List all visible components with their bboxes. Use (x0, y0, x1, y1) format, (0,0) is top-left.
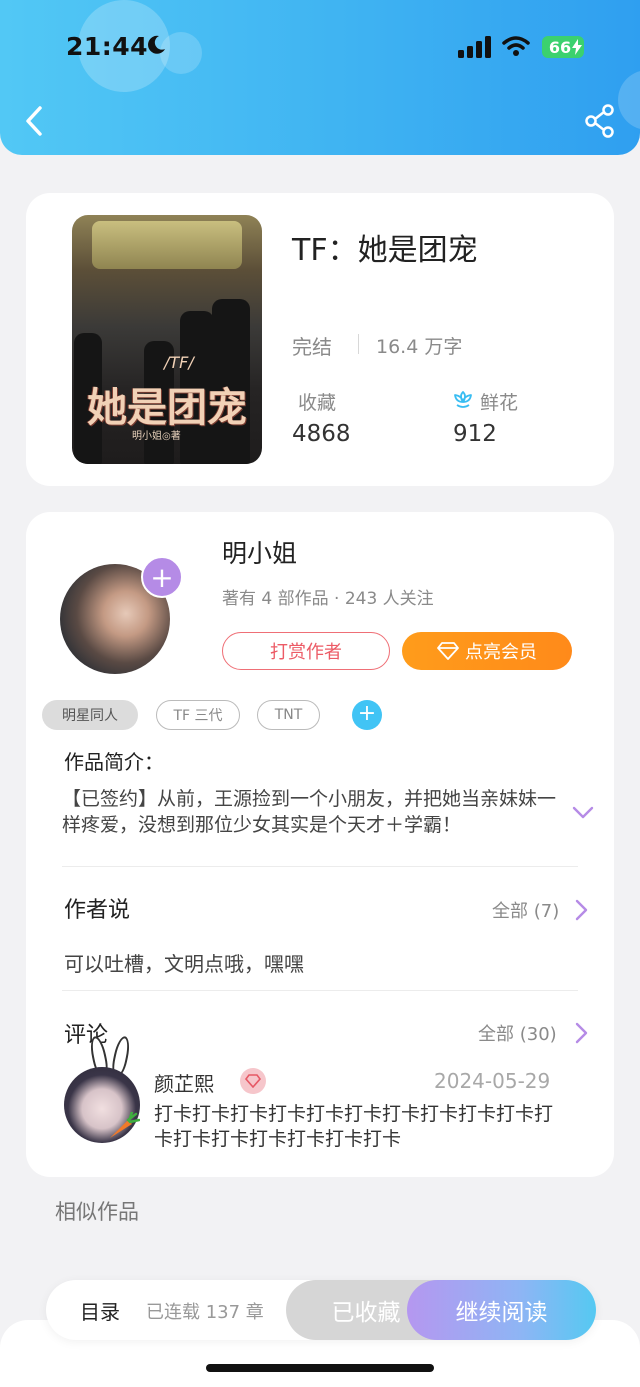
battery-indicator: 66 (542, 36, 584, 58)
similar-works-title: 相似作品 (55, 1200, 139, 1224)
book-cover[interactable]: /TF/ 她是团宠 明小姐◎著 (72, 215, 262, 464)
tag-item[interactable]: TF 三代 (156, 700, 240, 730)
cover-title: 她是团宠 (87, 384, 247, 431)
reward-author-button[interactable]: 打赏作者 (222, 632, 390, 670)
book-status: 完结 (292, 335, 332, 359)
commenter-name[interactable]: 颜芷熙 (154, 1068, 214, 1097)
comments-all-link[interactable]: 全部 (30) (478, 1020, 557, 1046)
diamond-icon (437, 642, 459, 660)
comment-date: 2024-05-29 (434, 1069, 551, 1093)
book-title: TF：她是团宠 (292, 233, 478, 268)
charging-bolt-icon (572, 39, 582, 55)
divider (62, 990, 578, 991)
chevron-right-icon[interactable] (575, 1022, 589, 1044)
author-meta: 著有 4 部作品 · 243 人关注 (222, 589, 434, 609)
author-says-title: 作者说 (64, 898, 131, 923)
toc-button[interactable]: 目录 (80, 1296, 120, 1325)
continue-reading-button[interactable]: 继续阅读 (407, 1280, 596, 1340)
cover-subtitle: /TF/ (164, 353, 194, 372)
vip-badge-icon (240, 1068, 266, 1094)
status-time: 21:44 (66, 32, 149, 61)
bottom-action-bar: 目录 已连载 137 章 已收藏 继续阅读 (46, 1280, 596, 1340)
comment-text: 打卡打卡打卡打卡打卡打卡打卡打卡打卡打卡打卡打卡打卡打卡打卡打卡打卡 (154, 1103, 554, 1150)
flowers-count: 912 (453, 421, 497, 447)
vip-button-label: 点亮会员 (465, 642, 537, 663)
author-name[interactable]: 明小姐 (222, 534, 297, 570)
chapter-count: 已连载 137 章 (146, 1302, 264, 1323)
cover-decor (92, 221, 242, 269)
divider (62, 866, 578, 867)
cover-author: 明小姐◎著 (132, 431, 181, 442)
follow-author-button[interactable]: + (141, 556, 183, 598)
vip-button[interactable]: 点亮会员 (402, 632, 572, 670)
book-detail-card: + 明小姐 著有 4 部作品 · 243 人关注 打赏作者 点亮会员 明星同人 … (26, 512, 614, 1177)
flowers-label[interactable]: 鲜花 (480, 388, 518, 415)
back-arrow-icon[interactable] (22, 104, 48, 138)
share-icon[interactable] (584, 104, 616, 138)
decor-bubble (618, 70, 640, 130)
header: 21:44 66 (0, 0, 640, 155)
divider (358, 334, 359, 354)
battery-level: 66 (548, 37, 572, 57)
chevron-right-icon[interactable] (575, 899, 589, 921)
moon-icon (148, 35, 165, 54)
favorites-count: 4868 (292, 421, 351, 447)
carrot-icon (110, 1112, 140, 1138)
author-says-all-link[interactable]: 全部 (7) (492, 897, 559, 923)
author-says-text: 可以吐槽，文明点哦，嘿嘿 (64, 952, 304, 976)
book-info-card: /TF/ 她是团宠 明小姐◎著 TF：她是团宠 完结 16.4 万字 收藏 48… (26, 193, 614, 486)
chevron-down-icon[interactable] (572, 806, 594, 820)
home-indicator (206, 1364, 434, 1372)
intro-title: 作品简介： (64, 750, 164, 774)
wifi-icon (502, 36, 530, 56)
flower-icon[interactable] (451, 389, 475, 411)
add-tag-button[interactable]: + (352, 700, 382, 730)
favorites-label: 收藏 (298, 392, 337, 414)
signal-icon (458, 36, 491, 58)
word-count: 16.4 万字 (376, 336, 463, 358)
intro-text: 【已签约】从前，王源捡到一个小朋友，并把她当亲妹妹一样疼爱，没想到那位少女其实是… (62, 788, 557, 836)
tag-item[interactable]: 明星同人 (42, 700, 138, 730)
tag-item[interactable]: TNT (257, 700, 320, 730)
